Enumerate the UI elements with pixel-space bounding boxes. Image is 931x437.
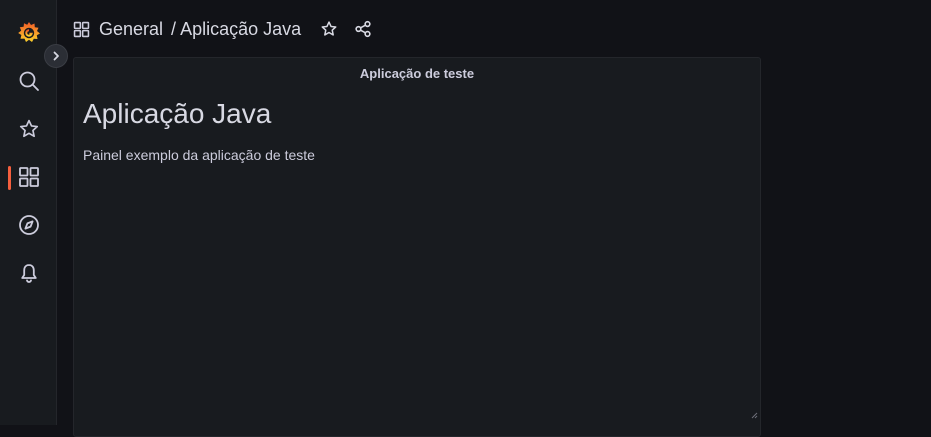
panel-description: Painel exemplo da aplicação de teste [83, 147, 315, 163]
top-navbar: General / Aplicação Java [57, 0, 931, 57]
star-icon [321, 21, 337, 36]
mark-favorite-button[interactable] [317, 17, 341, 41]
share-icon [355, 20, 371, 38]
breadcrumb-separator: / [171, 18, 177, 39]
sidebar-item-alerting[interactable] [0, 253, 57, 293]
compass-icon [18, 215, 39, 235]
star-icon [19, 119, 38, 138]
text-panel: Aplicação de teste Aplicação Java Painel… [73, 57, 761, 437]
breadcrumb-dashboard-title[interactable]: Aplicação Java [180, 19, 301, 40]
resize-handle-icon [751, 412, 758, 419]
panel-heading: Aplicação Java [83, 98, 272, 129]
panel-title[interactable]: Aplicação de teste [74, 66, 760, 81]
dashboards-icon [18, 167, 39, 187]
breadcrumb-folder-link[interactable]: General [99, 19, 163, 40]
panel-resize-handle[interactable] [750, 406, 758, 424]
grafana-logo-icon [17, 22, 40, 42]
sidebar-item-explore[interactable] [0, 205, 57, 245]
breadcrumb: General / Aplicação Java [73, 16, 301, 42]
sidebar-item-dashboards[interactable] [0, 157, 57, 197]
share-dashboard-button[interactable] [351, 17, 375, 41]
search-icon [19, 71, 39, 91]
chevron-right-icon [53, 51, 59, 61]
expand-sidebar-button[interactable] [44, 44, 68, 68]
bell-icon [20, 264, 37, 283]
sidebar-item-search[interactable] [0, 61, 57, 101]
dashboards-icon [73, 21, 90, 38]
sidebar-item-starred[interactable] [0, 109, 57, 149]
